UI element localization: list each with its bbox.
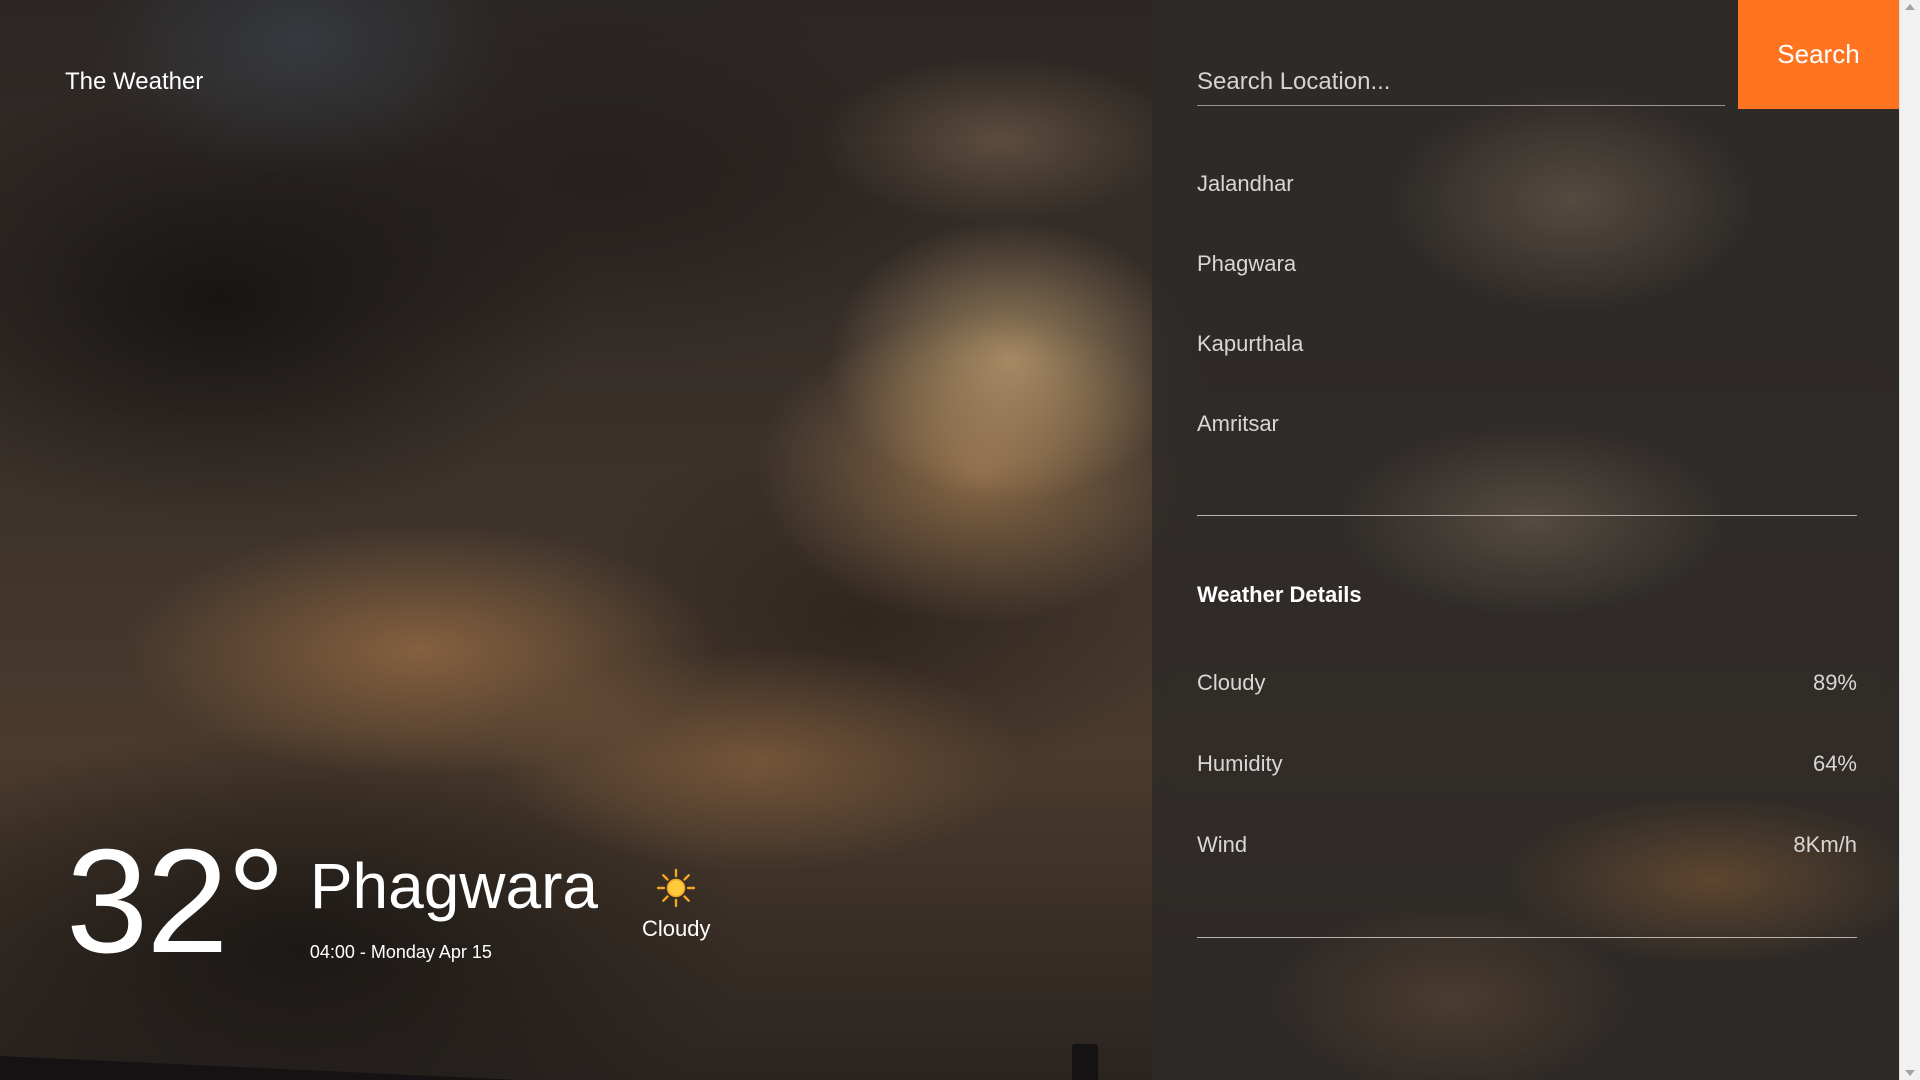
scroll-down-arrow-icon[interactable] [1905, 1070, 1915, 1076]
location-list: Jalandhar Phagwara Kapurthala Amritsar [1197, 168, 1857, 488]
search-input[interactable] [1197, 58, 1725, 105]
weather-app: The Weather 32° Phagwara 04:00 - Monday … [0, 0, 1920, 1080]
search-button[interactable]: Search [1738, 0, 1899, 109]
detail-row-cloudy: Cloudy 89% [1197, 670, 1857, 751]
brand-title: The Weather [65, 68, 204, 95]
weather-details-title: Weather Details [1197, 582, 1362, 607]
current-datetime: 04:00 - Monday Apr 15 [309, 942, 492, 962]
divider [1197, 515, 1857, 516]
location-item-kapurthala[interactable]: Kapurthala [1197, 328, 1857, 408]
side-panel: Search Jalandhar Phagwara Kapurthala Amr… [1152, 0, 1899, 1080]
detail-value: 89% [1812, 670, 1857, 695]
scroll-up-arrow-icon[interactable] [1905, 4, 1915, 10]
detail-value: 8Km/h [1793, 832, 1857, 857]
detail-row-wind: Wind 8Km/h [1197, 832, 1857, 913]
location-item-phagwara[interactable]: Phagwara [1197, 248, 1857, 328]
current-weather: 32° Phagwara 04:00 - Monday Apr 15 Cloud… [66, 828, 710, 976]
current-temperature: 32° [66, 819, 286, 984]
vertical-scrollbar[interactable] [1899, 0, 1920, 1080]
condition-label: Cloudy [642, 916, 711, 941]
detail-label: Cloudy [1197, 670, 1266, 695]
weather-details-list: Cloudy 89% Humidity 64% Wind 8Km/h [1197, 670, 1857, 913]
sun-icon [657, 868, 696, 908]
divider [1197, 937, 1857, 938]
detail-label: Wind [1197, 832, 1248, 857]
city-block: Phagwara 04:00 - Monday Apr 15 [310, 854, 598, 963]
detail-label: Humidity [1197, 751, 1283, 776]
current-city: Phagwara [309, 850, 598, 922]
condition-block: Cloudy [642, 868, 710, 942]
detail-row-humidity: Humidity 64% [1197, 751, 1857, 832]
location-item-jalandhar[interactable]: Jalandhar [1197, 168, 1857, 248]
detail-value: 64% [1812, 751, 1857, 776]
search-field [1197, 58, 1725, 106]
location-item-amritsar[interactable]: Amritsar [1197, 408, 1857, 488]
chimney-silhouette [1072, 1044, 1098, 1080]
